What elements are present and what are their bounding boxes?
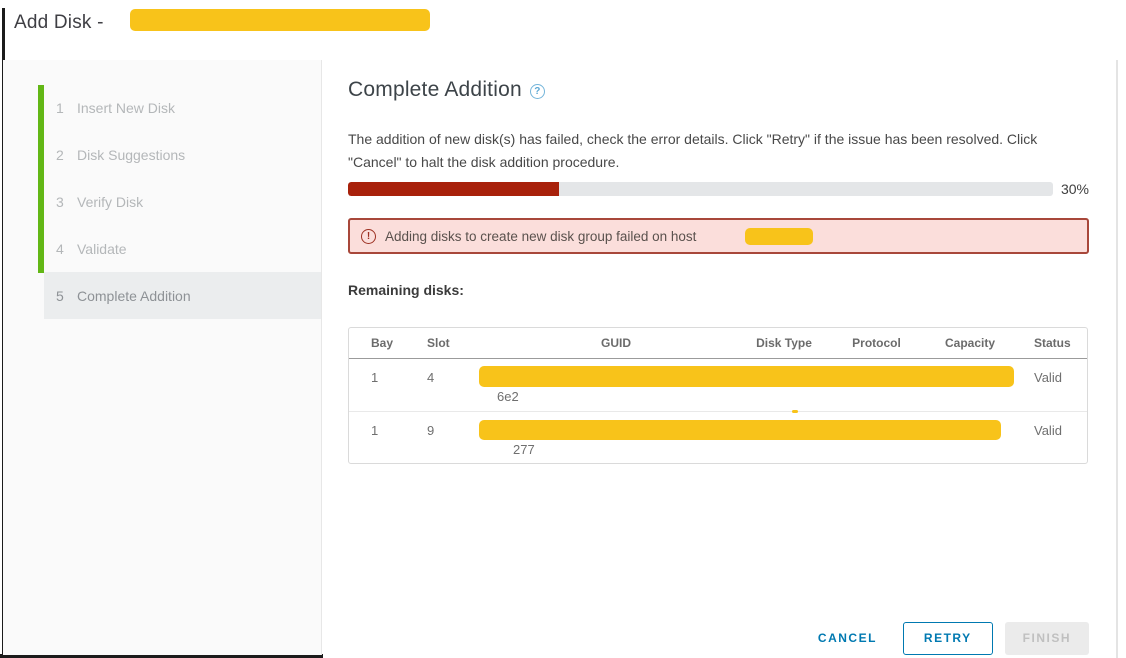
table-header-row: Bay Slot GUID Disk Type Protocol Capacit… <box>349 328 1087 359</box>
col-header-bay: Bay <box>349 336 405 350</box>
wizard-sidebar: 1 Insert New Disk 2 Disk Suggestions 3 V… <box>3 60 322 655</box>
progress-percent-label: 30% <box>1061 181 1089 197</box>
progress-row: 30% <box>348 181 1089 197</box>
finish-button[interactable]: FINISH <box>1005 622 1089 655</box>
dialog-footer: CANCEL RETRY FINISH <box>348 621 1089 655</box>
step-disk-suggestions[interactable]: 2 Disk Suggestions <box>3 131 321 178</box>
wizard-steps: 1 Insert New Disk 2 Disk Suggestions 3 V… <box>3 84 321 319</box>
col-header-protocol: Protocol <box>830 336 923 350</box>
step-number: 4 <box>56 241 77 257</box>
error-icon: ! <box>361 229 376 244</box>
host-redaction-bar <box>745 228 813 245</box>
guid-redaction-bar <box>479 366 1014 387</box>
title-redaction-bar <box>130 9 430 31</box>
remaining-disks-label: Remaining disks: <box>348 282 1089 298</box>
table-row: 1 9 Valid 277 <box>349 411 1087 463</box>
step-verify-disk[interactable]: 3 Verify Disk <box>3 178 321 225</box>
error-alert: ! Adding disks to create new disk group … <box>348 218 1089 254</box>
redaction-artifact-dot <box>792 410 798 413</box>
col-header-slot: Slot <box>405 336 494 350</box>
cell-status: Valid <box>1017 359 1089 411</box>
dialog-title: Add Disk - <box>14 12 104 34</box>
failure-description: The addition of new disk(s) has failed, … <box>348 128 1084 174</box>
guid-tail: 277 <box>513 442 535 457</box>
col-header-disk-type: Disk Type <box>738 336 830 350</box>
page-title: Complete Addition <box>348 78 522 102</box>
remaining-disks-table: Bay Slot GUID Disk Type Protocol Capacit… <box>348 327 1088 464</box>
cell-bay: 1 <box>349 412 405 463</box>
guid-tail: 6e2 <box>497 389 519 404</box>
step-label: Validate <box>77 241 127 257</box>
table-row: 1 4 Valid 6e2 <box>349 359 1087 411</box>
step-label: Disk Suggestions <box>77 147 185 163</box>
help-icon[interactable]: ? <box>530 84 545 99</box>
col-header-guid: GUID <box>494 336 738 350</box>
guid-redaction-bar <box>479 420 1001 440</box>
progress-fill <box>348 182 559 196</box>
retry-button[interactable]: RETRY <box>903 622 993 655</box>
dialog-title-bar: Add Disk - <box>14 8 104 38</box>
add-disk-dialog: Add Disk - 1 Insert New Disk 2 Disk Sugg… <box>0 0 1126 658</box>
step-insert-new-disk[interactable]: 1 Insert New Disk <box>3 84 321 131</box>
step-label: Complete Addition <box>77 288 191 304</box>
error-message: Adding disks to create new disk group fa… <box>385 229 696 244</box>
step-label: Insert New Disk <box>77 100 175 116</box>
dialog-right-border <box>1116 60 1118 658</box>
cell-bay: 1 <box>349 359 405 411</box>
progress-bar <box>348 182 1053 196</box>
main-content: Complete Addition ? The addition of new … <box>348 78 1089 464</box>
step-complete-addition[interactable]: 5 Complete Addition <box>44 272 321 319</box>
step-number: 2 <box>56 147 77 163</box>
step-validate[interactable]: 4 Validate <box>3 225 321 272</box>
step-number: 3 <box>56 194 77 210</box>
step-label: Verify Disk <box>77 194 143 210</box>
cell-status: Valid <box>1017 412 1089 463</box>
step-number: 1 <box>56 100 77 116</box>
step-number: 5 <box>56 288 77 304</box>
cancel-button[interactable]: CANCEL <box>804 622 891 655</box>
col-header-capacity: Capacity <box>923 336 1017 350</box>
col-header-status: Status <box>1017 336 1089 350</box>
